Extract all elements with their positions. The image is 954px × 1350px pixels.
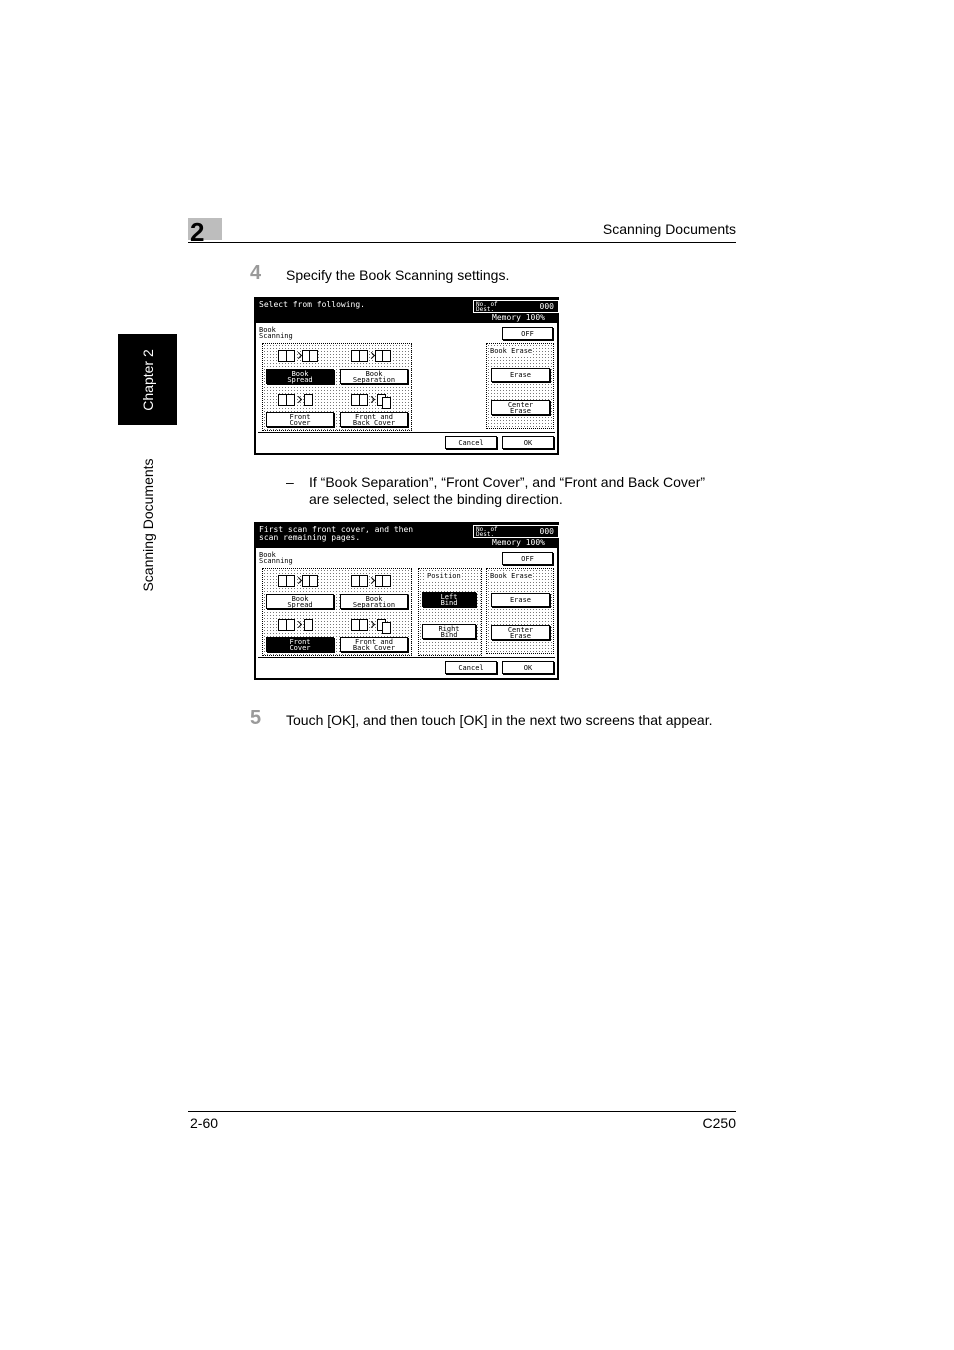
destination-counter: No. of Dest. 000 (473, 525, 559, 538)
section-label: Book Scanning (259, 326, 293, 340)
destination-label: No. of Dest. (476, 526, 498, 538)
screen-prompt: First scan front cover, and then scan re… (259, 525, 414, 542)
front-back-cover-icon (351, 393, 391, 409)
memory-indicator: Memory 100% (492, 538, 545, 547)
note-line-2: are selected, select the binding directi… (309, 491, 563, 507)
front-cover-icon (278, 618, 316, 632)
section-tab-label: Scanning Documents (139, 458, 156, 592)
step-number: 4 (250, 262, 262, 284)
front-cover-button[interactable]: Front Cover (266, 412, 334, 427)
header-title: Scanning Documents (602, 221, 736, 237)
erase-button[interactable]: Erase (491, 368, 550, 382)
ok-button[interactable]: OK (502, 661, 554, 674)
note-line-1: If “Book Separation”, “Front Cover”, and… (309, 474, 706, 490)
step-number: 5 (250, 707, 262, 729)
front-cover-button[interactable]: Front Cover (266, 637, 334, 652)
front-back-cover-icon (351, 618, 391, 634)
header-rule (188, 242, 736, 243)
divider (258, 432, 555, 433)
center-erase-button[interactable]: Center Erase (491, 625, 550, 640)
book-separation-icon (351, 349, 391, 363)
destination-value: 000 (539, 302, 554, 311)
model-name: C250 (702, 1115, 736, 1131)
position-group (418, 568, 482, 656)
note-dash: – (286, 474, 294, 490)
book-spread-button[interactable]: Book Spread (266, 369, 334, 384)
off-button[interactable]: OFF (502, 327, 553, 340)
front-back-cover-button[interactable]: Front and Back Cover (340, 637, 408, 652)
off-button[interactable]: OFF (502, 552, 553, 565)
section-label: Book Scanning (259, 551, 293, 565)
erase-button[interactable]: Erase (491, 593, 550, 607)
right-bind-button[interactable]: Right Bind (422, 624, 476, 639)
book-spread-button[interactable]: Book Spread (266, 594, 334, 609)
destination-label: No. of Dest. (476, 301, 498, 313)
page-number: 2-60 (190, 1115, 219, 1131)
screen-prompt: Select from following. (259, 300, 365, 309)
position-label: Position (426, 572, 462, 580)
left-bind-button[interactable]: Left Bind (422, 592, 476, 607)
book-separation-button[interactable]: Book Separation (340, 369, 408, 384)
step-text: Specify the Book Scanning settings. (286, 267, 510, 283)
book-spread-icon (278, 574, 318, 588)
book-erase-label: Book Erase (489, 347, 534, 355)
cancel-button[interactable]: Cancel (445, 661, 497, 674)
divider (258, 657, 555, 658)
book-erase-group (486, 343, 554, 429)
cancel-button[interactable]: Cancel (445, 436, 497, 449)
front-back-cover-button[interactable]: Front and Back Cover (340, 412, 408, 427)
chapter-tab-label-box: Chapter 2 (118, 334, 177, 425)
section-tab-label-box: Scanning Documents (118, 430, 177, 620)
lcd-screen-1: Select from following. No. of Dest. 000 … (254, 297, 559, 455)
destination-counter: No. of Dest. 000 (473, 300, 559, 313)
book-erase-label: Book Erase (489, 572, 534, 580)
step-text: Touch [OK], and then touch [OK] in the n… (286, 712, 713, 728)
center-erase-button[interactable]: Center Erase (491, 400, 550, 415)
lcd-screen-2: First scan front cover, and then scan re… (254, 522, 559, 680)
ok-button[interactable]: OK (502, 436, 554, 449)
destination-value: 000 (539, 527, 554, 536)
book-erase-group (486, 568, 554, 654)
memory-indicator: Memory 100% (492, 313, 545, 322)
chapter-tab-label: Chapter 2 (139, 348, 156, 411)
footer-rule (188, 1111, 736, 1112)
front-cover-icon (278, 393, 316, 407)
book-separation-button[interactable]: Book Separation (340, 594, 408, 609)
screen-message-bar: First scan front cover, and then scan re… (256, 524, 559, 548)
screen-message-bar: Select from following. No. of Dest. 000 … (256, 299, 559, 323)
book-spread-icon (278, 349, 318, 363)
book-separation-icon (351, 574, 391, 588)
